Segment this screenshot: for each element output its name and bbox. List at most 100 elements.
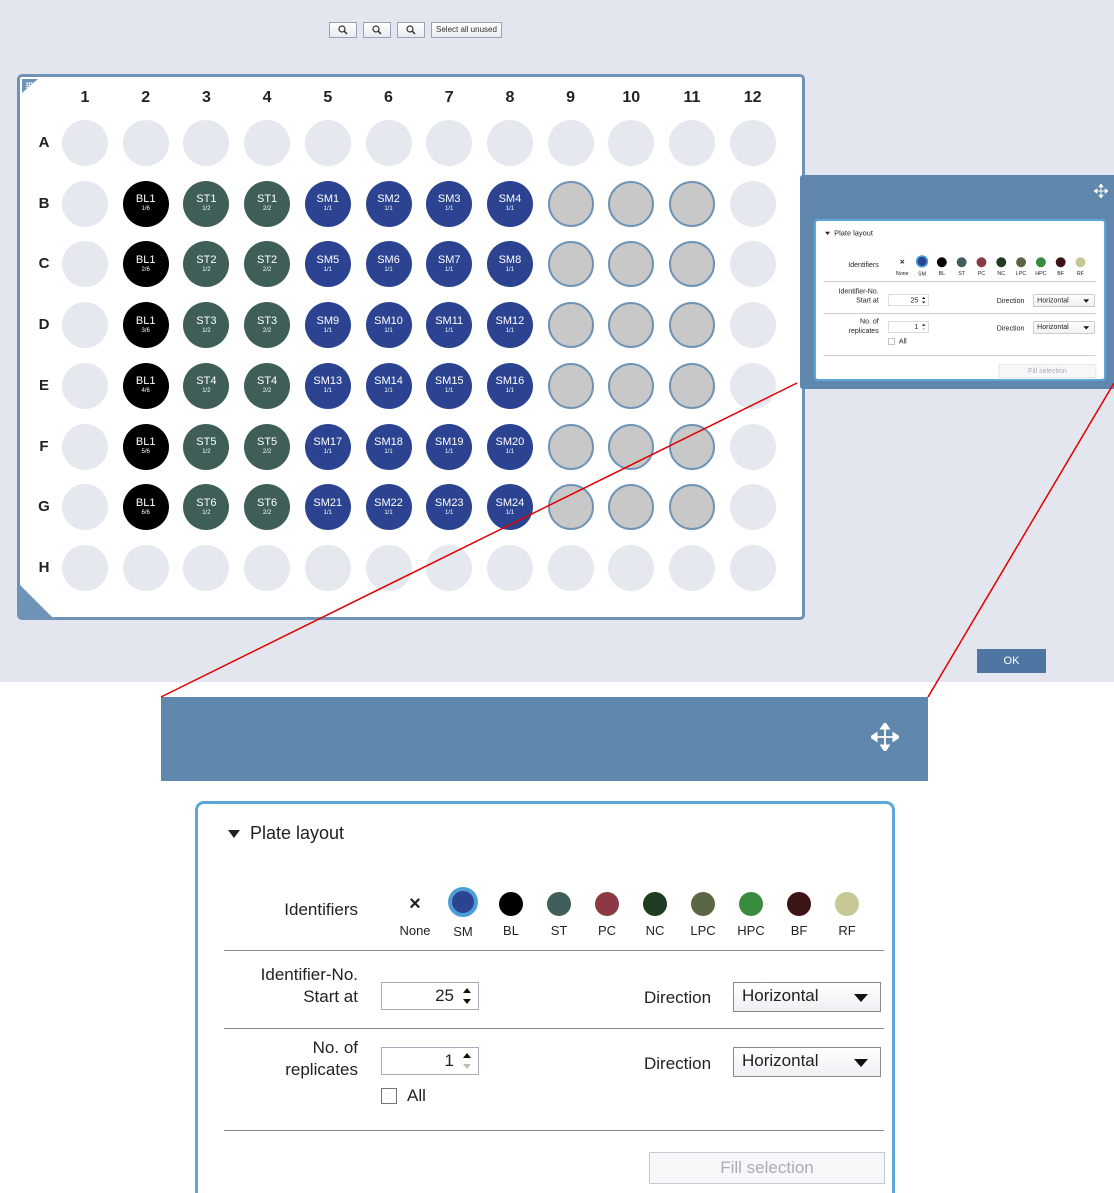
start-at-stepper[interactable]: 25 — [888, 294, 929, 306]
row-label[interactable]: E — [36, 377, 52, 394]
well-D12[interactable] — [729, 302, 776, 349]
well-E8[interactable]: SM16 1/1 — [486, 362, 533, 409]
well-G12[interactable] — [729, 484, 776, 531]
column-label[interactable]: 1 — [62, 89, 108, 107]
well-E7[interactable]: SM15 1/1 — [426, 362, 473, 409]
row-label[interactable]: A — [36, 134, 52, 151]
well-E6[interactable]: SM14 1/1 — [365, 362, 412, 409]
column-label[interactable]: 2 — [123, 89, 169, 107]
stepper-arrows-icon[interactable] — [462, 1052, 472, 1070]
well-D9[interactable] — [547, 302, 594, 349]
well-G4[interactable]: ST6 2/2 — [244, 484, 291, 531]
identifier-option-hpc[interactable]: HPC — [727, 892, 775, 939]
stepper-arrows-icon[interactable] — [462, 987, 472, 1005]
collapse-triangle-icon[interactable] — [825, 231, 831, 236]
column-label[interactable]: 4 — [244, 89, 290, 107]
well-F5[interactable]: SM17 1/1 — [304, 423, 351, 470]
zoom-in-button[interactable] — [329, 22, 357, 38]
well-E5[interactable]: SM13 1/1 — [304, 362, 351, 409]
column-label[interactable]: 8 — [487, 89, 533, 107]
well-F10[interactable] — [608, 423, 655, 470]
well-B1[interactable] — [62, 180, 108, 227]
row-label[interactable]: G — [36, 498, 52, 515]
well-H6[interactable] — [365, 544, 412, 591]
well-H10[interactable] — [608, 544, 655, 591]
well-B2[interactable]: BL1 1/6 — [122, 180, 169, 227]
stepper-arrows-icon[interactable] — [922, 296, 926, 304]
stepper-arrows-icon[interactable] — [922, 323, 926, 331]
well-F9[interactable] — [547, 423, 594, 470]
well-F4[interactable]: ST5 2/2 — [244, 423, 291, 470]
identifier-option-nc[interactable]: NC — [631, 892, 679, 939]
column-label[interactable]: 10 — [608, 89, 654, 107]
well-C8[interactable]: SM8 1/1 — [486, 241, 533, 288]
well-H9[interactable] — [547, 544, 594, 591]
identifier-option-rf[interactable]: RF — [823, 892, 871, 939]
well-E10[interactable] — [608, 362, 655, 409]
well-B3[interactable]: ST1 1/2 — [183, 180, 230, 227]
row-label[interactable]: C — [36, 255, 52, 272]
well-D6[interactable]: SM10 1/1 — [365, 302, 412, 349]
well-D4[interactable]: ST3 2/2 — [244, 302, 291, 349]
all-checkbox[interactable] — [888, 338, 895, 345]
identifier-option-rf[interactable]: RF — [1071, 257, 1091, 276]
well-H11[interactable] — [669, 544, 715, 591]
identifier-option-lpc[interactable]: LPC — [1011, 257, 1031, 276]
identifier-option-st[interactable]: ST — [535, 892, 583, 939]
column-label[interactable]: 5 — [305, 89, 351, 107]
well-A1[interactable] — [62, 120, 108, 166]
direction-dropdown-replicates[interactable]: Horizontal — [733, 1047, 881, 1077]
select-all-unused-button[interactable]: Select all unused — [431, 22, 502, 38]
well-A7[interactable] — [426, 120, 473, 166]
identifier-option-none[interactable]: × None — [391, 892, 439, 939]
well-E1[interactable] — [62, 362, 108, 409]
well-B10[interactable] — [608, 180, 655, 227]
row-label[interactable]: H — [36, 559, 52, 576]
direction-dropdown-start[interactable]: Horizontal — [733, 982, 881, 1012]
well-D1[interactable] — [62, 302, 108, 349]
well-F2[interactable]: BL1 5/6 — [122, 423, 169, 470]
well-G9[interactable] — [547, 484, 594, 531]
well-C9[interactable] — [547, 241, 594, 288]
well-D7[interactable]: SM11 1/1 — [426, 302, 473, 349]
well-B8[interactable]: SM4 1/1 — [486, 180, 533, 227]
identifier-option-none[interactable]: × None — [892, 257, 912, 277]
well-H12[interactable] — [729, 544, 776, 591]
well-H3[interactable] — [183, 544, 230, 591]
well-F1[interactable] — [62, 423, 108, 470]
well-F11[interactable] — [669, 423, 715, 470]
identifier-option-sm[interactable]: SM — [912, 255, 932, 277]
well-F6[interactable]: SM18 1/1 — [365, 423, 412, 470]
identifier-option-lpc[interactable]: LPC — [679, 892, 727, 939]
identifier-option-bf[interactable]: BF — [1051, 257, 1071, 276]
well-F8[interactable]: SM20 1/1 — [486, 423, 533, 470]
well-B5[interactable]: SM1 1/1 — [304, 180, 351, 227]
move-icon[interactable] — [871, 723, 899, 751]
well-A9[interactable] — [547, 120, 594, 166]
row-label[interactable]: F — [36, 438, 52, 455]
well-G2[interactable]: BL1 6/6 — [122, 484, 169, 531]
column-label[interactable]: 11 — [669, 89, 715, 107]
well-A10[interactable] — [608, 120, 655, 166]
well-A6[interactable] — [365, 120, 412, 166]
well-C6[interactable]: SM6 1/1 — [365, 241, 412, 288]
fill-selection-button[interactable]: Fill selection — [998, 364, 1097, 378]
well-G6[interactable]: SM22 1/1 — [365, 484, 412, 531]
well-A12[interactable] — [729, 120, 776, 166]
replicates-stepper[interactable]: 1 — [888, 321, 929, 333]
well-F3[interactable]: ST5 1/2 — [183, 423, 230, 470]
identifier-option-st[interactable]: ST — [952, 257, 972, 276]
well-H4[interactable] — [244, 544, 291, 591]
well-D8[interactable]: SM12 1/1 — [486, 302, 533, 349]
identifier-option-bl[interactable]: BL — [932, 257, 952, 276]
well-B9[interactable] — [547, 180, 594, 227]
identifier-option-bf[interactable]: BF — [775, 892, 823, 939]
zoom-out-button[interactable] — [397, 22, 425, 38]
well-H8[interactable] — [486, 544, 533, 591]
collapse-triangle-icon[interactable] — [228, 830, 240, 839]
well-B4[interactable]: ST1 2/2 — [244, 180, 291, 227]
well-C12[interactable] — [729, 241, 776, 288]
identifier-option-pc[interactable]: PC — [972, 257, 992, 276]
identifier-option-sm[interactable]: SM — [439, 887, 487, 939]
well-F7[interactable]: SM19 1/1 — [426, 423, 473, 470]
